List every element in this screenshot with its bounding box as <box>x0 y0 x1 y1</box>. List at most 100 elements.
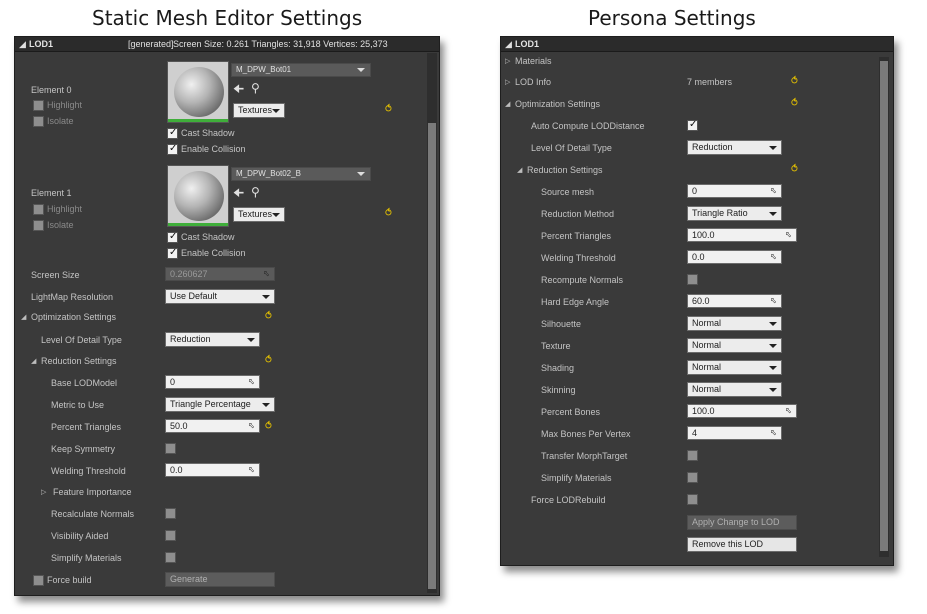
collapse-icon[interactable]: ◢ <box>19 39 26 50</box>
element-0-textures-dropdown[interactable]: Textures <box>233 103 285 118</box>
metric-to-use-dropdown[interactable]: Triangle Percentage <box>165 397 275 412</box>
reset-arrow-icon[interactable]: ⥀ <box>791 77 801 87</box>
force-lod-rebuild-label: Force LODRebuild <box>531 495 606 505</box>
persona-lod-panel: ◢ LOD1 ▷ Materials ▷ LOD Info 7 members … <box>500 36 894 566</box>
collapse-icon[interactable]: ◢ <box>505 99 510 109</box>
collapse-icon[interactable]: ◢ <box>31 356 36 366</box>
left-scrollbar-thumb[interactable] <box>428 123 436 589</box>
element-0-cast-shadow-label: Cast Shadow <box>181 128 235 138</box>
collapse-icon[interactable]: ◢ <box>517 165 522 175</box>
collapse-icon[interactable]: ◢ <box>505 39 512 50</box>
welding-threshold-field[interactable]: 0.0 ⬁ <box>165 463 260 477</box>
source-mesh-label: Source mesh <box>541 187 595 197</box>
force-build-checkbox[interactable] <box>33 575 44 586</box>
force-lod-rebuild-checkbox[interactable] <box>687 494 698 505</box>
feature-importance-header[interactable]: Feature Importance <box>53 487 132 498</box>
max-bones-per-vertex-field[interactable]: 4 ⬁ <box>687 426 782 440</box>
browse-search-icon[interactable]: ⚲ <box>251 186 260 198</box>
expand-icon[interactable]: ▷ <box>505 56 510 66</box>
drag-handle-icon: ⬁ <box>248 377 255 386</box>
collapse-icon[interactable]: ◢ <box>21 312 26 322</box>
skinning-dropdown[interactable]: Normal <box>687 382 782 397</box>
drag-handle-icon: ⬁ <box>785 230 792 239</box>
lod1-titlebar[interactable]: ◢ LOD1 [generated] Screen Size: 0.261 Tr… <box>15 37 439 52</box>
material-1-dropdown[interactable]: M_DPW_Bot02_B <box>231 167 371 181</box>
drag-handle-icon: ⬁ <box>770 428 777 437</box>
element-0-highlight-checkbox[interactable] <box>33 100 44 111</box>
simplify-materials-checkbox[interactable] <box>687 472 698 483</box>
material-0-thumbnail[interactable] <box>167 61 229 123</box>
expand-icon[interactable]: ▷ <box>41 487 46 497</box>
metric-to-use-label: Metric to Use <box>51 400 105 410</box>
visibility-aided-checkbox[interactable] <box>165 530 176 541</box>
lod-type-dropdown[interactable]: Reduction <box>687 140 782 155</box>
material-1-thumbnail[interactable] <box>167 165 229 227</box>
keep-symmetry-checkbox[interactable] <box>165 443 176 454</box>
transfer-morph-target-label: Transfer MorphTarget <box>541 451 628 461</box>
element-1-enable-collision-checkbox[interactable] <box>167 247 178 259</box>
generate-button[interactable]: Generate <box>165 572 275 587</box>
reduction-settings-header[interactable]: Reduction Settings <box>41 356 117 367</box>
element-0-cast-shadow-checkbox[interactable] <box>167 127 178 139</box>
reduction-settings-header[interactable]: Reduction Settings <box>527 165 603 176</box>
source-mesh-field[interactable]: 0 ⬁ <box>687 184 782 198</box>
percent-bones-field[interactable]: 100.0 ⬁ <box>687 404 797 418</box>
optimization-settings-header[interactable]: Optimization Settings <box>31 312 116 323</box>
percent-triangles-field[interactable]: 50.0 ⬁ <box>165 419 260 433</box>
shading-dropdown[interactable]: Normal <box>687 360 782 375</box>
reset-arrow-icon[interactable]: ⥀ <box>385 209 395 219</box>
material-0-dropdown[interactable]: M_DPW_Bot01 <box>231 63 371 77</box>
reduction-method-dropdown[interactable]: Triangle Ratio <box>687 206 782 221</box>
lod1-titlebar[interactable]: ◢ LOD1 <box>501 37 893 52</box>
screen-size-label: Screen Size <box>31 270 80 280</box>
element-0-enable-collision-label: Enable Collision <box>181 144 246 154</box>
reset-arrow-icon[interactable]: ⥀ <box>265 356 275 366</box>
use-selected-arrow-icon[interactable]: 🠈 <box>233 187 244 199</box>
silhouette-dropdown[interactable]: Normal <box>687 316 782 331</box>
recompute-normals-checkbox[interactable] <box>687 274 698 285</box>
drag-handle-icon: ⬁ <box>770 186 777 195</box>
hard-edge-angle-label: Hard Edge Angle <box>541 297 610 307</box>
right-scrollbar-thumb[interactable] <box>880 61 888 551</box>
optimization-settings-header[interactable]: Optimization Settings <box>515 99 600 110</box>
percent-triangles-field[interactable]: 100.0 ⬁ <box>687 228 797 242</box>
element-1-cast-shadow-checkbox[interactable] <box>167 231 178 243</box>
use-selected-arrow-icon[interactable]: 🠈 <box>233 83 244 95</box>
expand-icon[interactable]: ▷ <box>505 77 510 87</box>
drag-handle-icon: ⬁ <box>770 296 777 305</box>
element-1-textures-dropdown[interactable]: Textures <box>233 207 285 222</box>
element-1-enable-collision-label: Enable Collision <box>181 248 246 258</box>
reset-arrow-icon[interactable]: ⥀ <box>265 312 275 322</box>
shading-label: Shading <box>541 363 575 373</box>
browse-search-icon[interactable]: ⚲ <box>251 82 260 94</box>
apply-change-to-lod-button[interactable]: Apply Change to LOD <box>687 515 797 530</box>
reset-arrow-icon[interactable]: ⥀ <box>385 105 395 115</box>
base-lod-model-field[interactable]: 0 ⬁ <box>165 375 260 389</box>
auto-compute-lod-distance-checkbox[interactable] <box>687 119 698 131</box>
element-1-isolate-checkbox[interactable] <box>33 220 44 231</box>
lod-type-label: Level Of Detail Type <box>531 143 612 153</box>
recalculate-normals-checkbox[interactable] <box>165 508 176 519</box>
lightmap-resolution-dropdown[interactable]: Use Default <box>165 289 275 304</box>
right-scrollbar[interactable] <box>879 57 889 557</box>
materials-header[interactable]: Materials <box>515 56 552 67</box>
element-0-isolate-label: Isolate <box>47 116 74 126</box>
element-0-enable-collision-checkbox[interactable] <box>167 143 178 155</box>
lod-info-header[interactable]: LOD Info <box>515 77 551 88</box>
element-1-label: Element 1 <box>31 188 72 198</box>
reset-arrow-icon[interactable]: ⥀ <box>791 99 801 109</box>
material-sphere-icon <box>174 67 224 117</box>
hard-edge-angle-field[interactable]: 60.0 ⬁ <box>687 294 782 308</box>
lod-type-dropdown[interactable]: Reduction <box>165 332 260 347</box>
element-0-isolate-checkbox[interactable] <box>33 116 44 127</box>
texture-dropdown[interactable]: Normal <box>687 338 782 353</box>
remove-this-lod-button[interactable]: Remove this LOD <box>687 537 797 552</box>
welding-threshold-field[interactable]: 0.0 ⬁ <box>687 250 782 264</box>
transfer-morph-target-checkbox[interactable] <box>687 450 698 461</box>
reset-arrow-icon[interactable]: ⥀ <box>265 422 275 432</box>
welding-threshold-label: Welding Threshold <box>541 253 616 263</box>
reset-arrow-icon[interactable]: ⥀ <box>791 165 801 175</box>
element-1-highlight-checkbox[interactable] <box>33 204 44 215</box>
simplify-materials-checkbox[interactable] <box>165 552 176 563</box>
left-scrollbar[interactable] <box>427 53 437 593</box>
